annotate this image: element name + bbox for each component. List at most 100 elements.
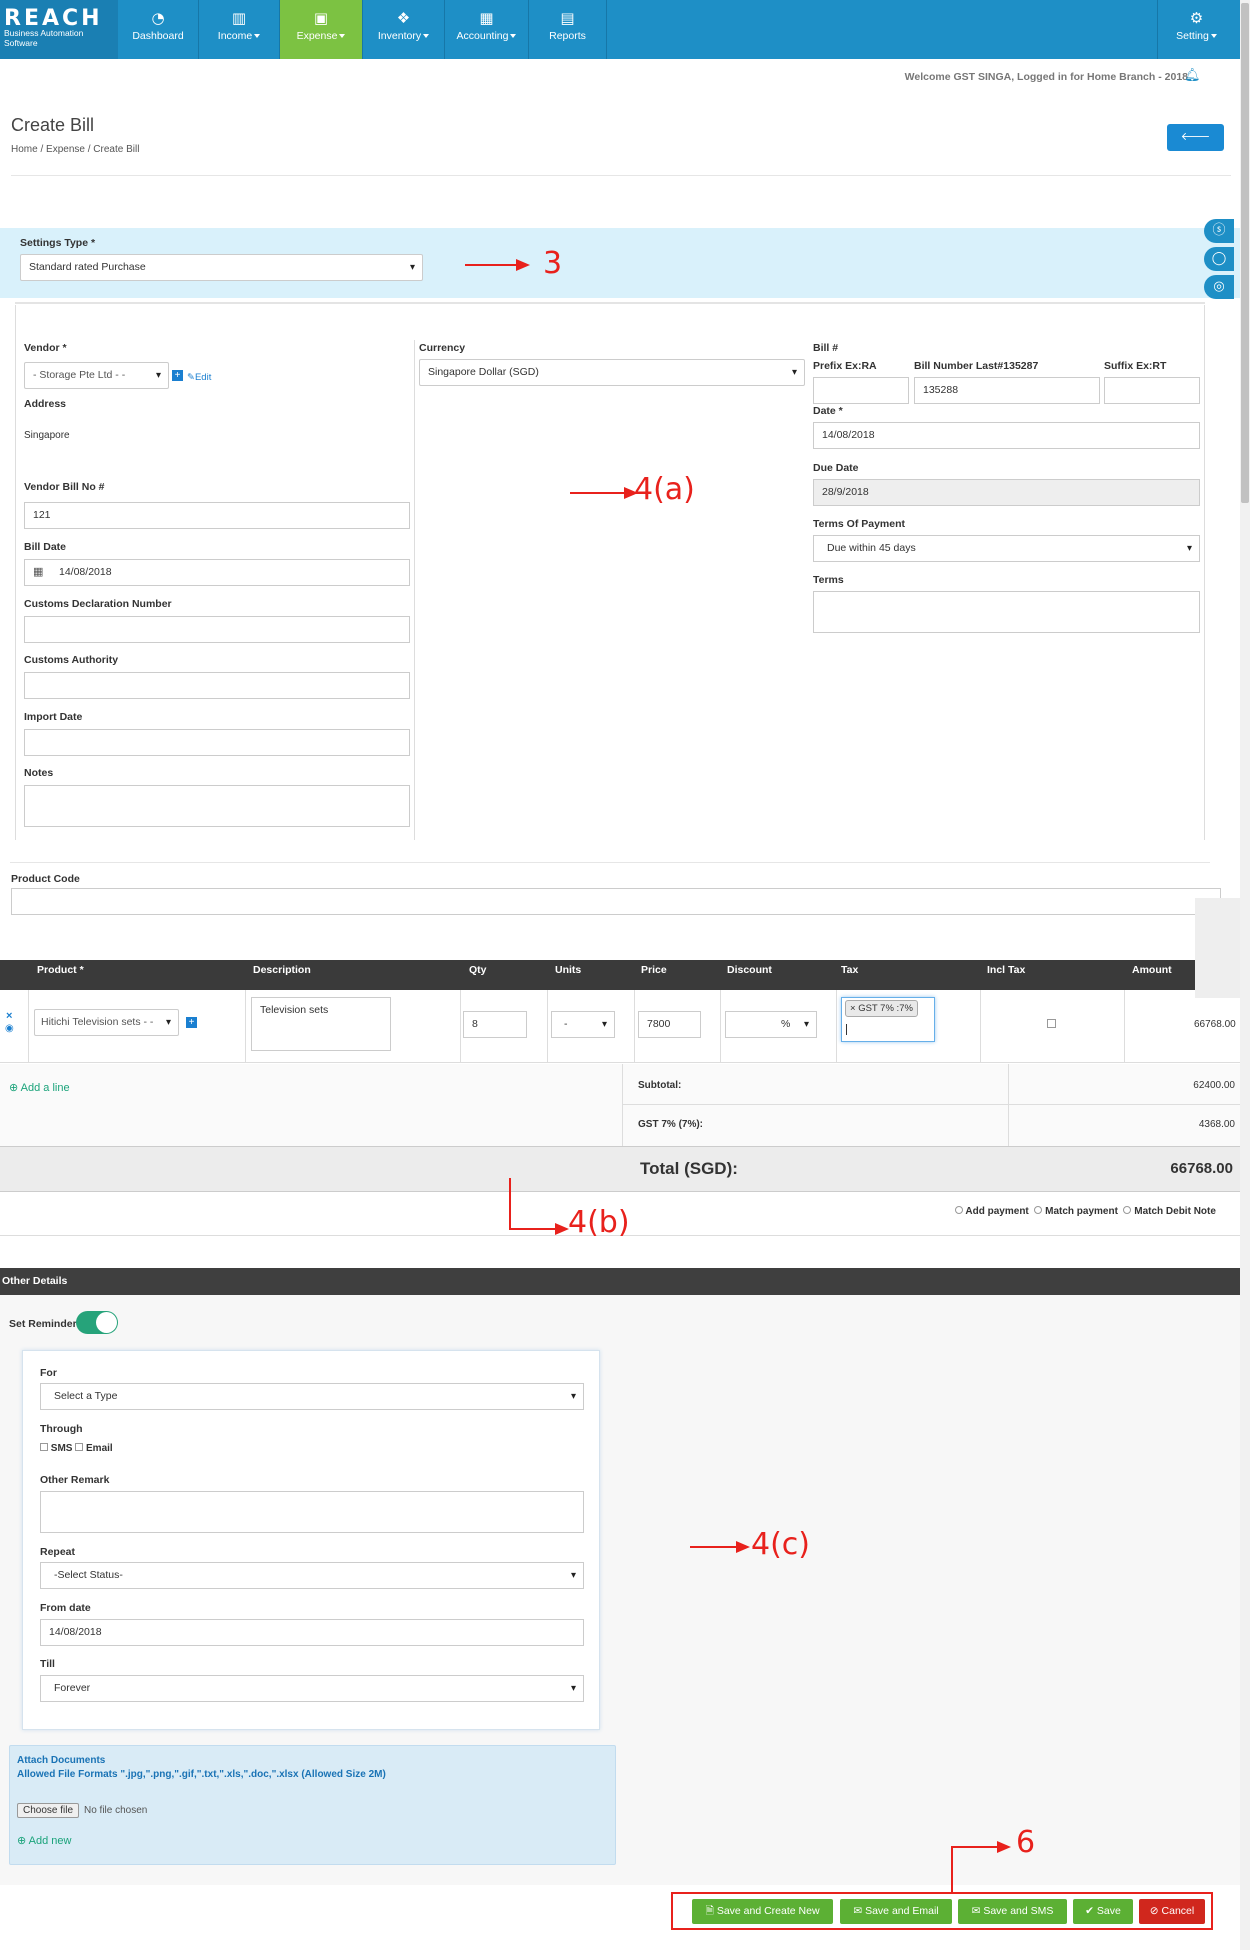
nav-setting[interactable]: ⚙ Setting [1157,0,1235,59]
file-icon: 🗎︎ [705,1905,714,1917]
col-amount: Amount [1132,964,1172,976]
nav-reports[interactable]: ▤ Reports [529,0,607,59]
col-units: Units [555,964,582,976]
units-select[interactable]: - [551,1011,615,1038]
match-debit-note-radio[interactable] [1123,1206,1132,1214]
brand-logo[interactable]: REACH Business Automation Software [0,0,118,59]
breadcrumb-current: Create Bill [93,144,140,155]
remark-textarea[interactable] [40,1491,584,1533]
bill-date-label: Bill Date [24,541,67,553]
incl-tax-checkbox[interactable] [1047,1019,1056,1028]
nav-expense[interactable]: ▣ Expense [280,0,363,59]
col-discount: Discount [727,964,772,976]
save-and-create-new-button[interactable]: 🗎︎ Save and Create New [692,1899,833,1924]
through-label: Through [40,1423,83,1435]
total-value: 66768.00 [1170,1160,1233,1177]
gear-icon: ⚙ [1189,9,1204,27]
bill-date-input[interactable]: 14/08/2018 [24,559,410,586]
table-header: Product * Description Qty Units Price Di… [0,960,1195,990]
email-checkbox[interactable] [75,1443,84,1451]
logo-tagline: Business Automation Software [4,28,84,48]
nav-dashboard[interactable]: ◔ Dashboard [118,0,199,59]
customs-decl-input[interactable] [24,616,410,643]
save-and-email-button[interactable]: ✉ Save and Email [840,1899,952,1924]
terms-payment-select[interactable]: Due within 45 days [813,535,1200,562]
annotation-arrow-6 [951,1847,953,1893]
add-product-icon[interactable]: + [186,1017,197,1028]
sms-checkbox[interactable] [40,1443,48,1451]
product-select[interactable]: Hitichi Television sets - - [34,1009,179,1036]
settings-type-label: Settings Type * [20,237,96,249]
breadcrumb-home[interactable]: Home [11,144,38,155]
subtotal-value: 62400.00 [1193,1080,1235,1091]
customs-auth-input[interactable] [24,672,410,699]
back-button[interactable]: 🡐︎ Back [1167,124,1224,170]
cancel-button[interactable]: ⊘ Cancel [1139,1899,1205,1924]
col-incl-tax: Incl Tax [987,964,1026,976]
plus-circle-icon: ⊕ [17,1835,27,1847]
bill-no-label: Bill # [813,342,839,354]
add-vendor-icon[interactable]: + [172,370,183,381]
row-amount: 66768.00 [1194,1019,1236,1030]
match-payment-radio[interactable] [1034,1206,1043,1214]
suffix-input[interactable] [1104,377,1200,404]
bell-icon[interactable]: 🔔︎ [1184,67,1201,83]
nav-income[interactable]: ▥ Income [199,0,280,59]
discount-unit-select[interactable]: % [725,1011,817,1038]
for-label: For [40,1367,57,1379]
product-code-input[interactable] [11,888,1221,915]
due-date-input: 28/9/2018 [813,479,1200,506]
calculator-icon: ▦ [479,9,494,27]
tag-remove-icon[interactable]: × [850,1003,858,1014]
remark-label: Other Remark [40,1474,110,1486]
calendar-icon[interactable]: ▦ [33,565,43,578]
nav-inventory[interactable]: ❖ Inventory [363,0,445,59]
set-reminder-label: Set Reminder [9,1318,77,1330]
skype-icon[interactable]: ⓢ [1204,219,1234,243]
nav-accounting[interactable]: ▦ Accounting [445,0,529,59]
add-payment-radio[interactable] [955,1206,963,1214]
prefix-input[interactable] [813,377,909,404]
vendor-label: Vendor * [24,342,67,354]
col-product: Product * [37,964,84,976]
from-date-input[interactable]: 14/08/2018 [40,1619,584,1646]
col-qty: Qty [469,964,487,976]
terms-textarea[interactable] [813,591,1200,633]
save-button[interactable]: ✔ Save [1073,1899,1133,1924]
for-select[interactable]: Select a Type [40,1383,584,1410]
till-label: Till [40,1658,55,1670]
edit-vendor-link[interactable]: ✎Edit [187,372,211,383]
chat-icon[interactable]: ◯ [1204,247,1234,271]
gst-label: GST 7% (7%): [638,1119,704,1130]
notes-textarea[interactable] [24,785,410,827]
view-row-icon[interactable]: ◉ [5,1023,14,1034]
till-select[interactable]: Forever [40,1675,584,1702]
suffix-label: Suffix Ex:RT [1104,360,1167,372]
repeat-select[interactable]: -Select Status- [40,1562,584,1589]
support-icon[interactable]: ◎ [1204,275,1234,299]
remove-row-icon[interactable]: × [6,1010,12,1022]
vendor-bill-input[interactable]: 121 [24,502,410,529]
other-details-header: Other Details [0,1268,1240,1295]
tax-tag[interactable]: × GST 7% :7% [845,1000,918,1017]
add-line-link[interactable]: ⊕ Add a line [9,1081,70,1094]
gst-value: 4368.00 [1198,1119,1235,1130]
date-input[interactable]: 14/08/2018 [813,422,1200,449]
import-date-input[interactable] [24,729,410,756]
price-input[interactable]: 7800 [638,1011,701,1038]
choose-file-button[interactable]: Choose file [17,1803,80,1818]
description-textarea[interactable]: Television sets [251,997,391,1051]
currency-select[interactable]: Singapore Dollar (SGD) [419,359,805,386]
vendor-select[interactable]: - Storage Pte Ltd - - [24,362,169,389]
qty-input[interactable]: 8 [463,1011,527,1038]
set-reminder-toggle[interactable] [76,1311,118,1334]
add-new-link[interactable]: ⊕ Add new [17,1834,71,1847]
bill-number-input[interactable]: 135288 [914,377,1100,404]
plus-circle-icon: ⊕ [9,1082,19,1094]
page-scrollbar[interactable] [1240,0,1250,1950]
breadcrumb-expense[interactable]: Expense [46,144,85,155]
edit-icon: ✎ [187,372,195,383]
settings-type-select[interactable]: Standard rated Purchase [20,254,423,281]
bill-last-label: Bill Number Last#135287 [914,360,1039,372]
save-and-sms-button[interactable]: ✉ Save and SMS [958,1899,1067,1924]
